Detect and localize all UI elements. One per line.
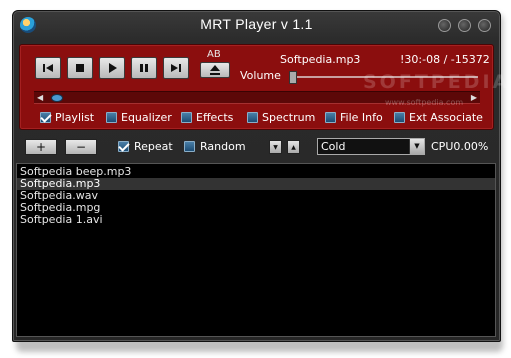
playlist-item[interactable]: Softpedia 1.avi — [17, 214, 495, 226]
equalizer-checkbox[interactable] — [106, 112, 117, 123]
player-window: MRT Player v 1.1 AB Softpedia.mp3 !30:-0… — [12, 10, 507, 342]
toggle-label: Ext Associate — [409, 111, 483, 124]
toggle-label: Spectrum — [262, 111, 316, 124]
toggle-effects[interactable]: Effects — [181, 111, 233, 124]
remove-file-button[interactable]: − — [65, 139, 97, 155]
preset-select[interactable]: Cold ▼ — [317, 138, 425, 155]
seek-thumb[interactable] — [51, 94, 63, 102]
repeat-option[interactable]: Repeat — [118, 140, 173, 153]
eject-button[interactable] — [200, 62, 230, 78]
minimize-button[interactable] — [438, 19, 451, 32]
playlist-list[interactable]: Softpedia beep.mp3 Softpedia.mp3 Softped… — [16, 163, 496, 337]
seek-left-arrow-icon[interactable]: ◀ — [37, 92, 43, 103]
toggle-label: Effects — [196, 111, 234, 124]
toggle-spectrum[interactable]: Spectrum — [247, 111, 315, 124]
watermark-url: www.softpedia.com — [385, 98, 464, 107]
toggle-ext-associate[interactable]: Ext Associate — [394, 111, 483, 124]
playlist-checkbox[interactable] — [40, 112, 51, 123]
pause-icon — [140, 64, 148, 72]
play-button[interactable] — [99, 57, 125, 79]
toggle-label: File Info — [340, 111, 383, 124]
ab-repeat-label[interactable]: AB — [207, 49, 221, 60]
watermark-logo: SOFTPEDIA — [363, 71, 511, 93]
skip-forward-icon — [171, 64, 181, 72]
preset-value: Cold — [321, 140, 346, 153]
move-up-button[interactable]: ▲ — [287, 140, 300, 154]
toggle-label: Equalizer — [121, 111, 172, 124]
close-button[interactable] — [478, 19, 491, 32]
repeat-checkbox[interactable] — [118, 141, 129, 152]
toggle-equalizer[interactable]: Equalizer — [106, 111, 172, 124]
title-bar[interactable]: MRT Player v 1.1 — [13, 11, 500, 39]
pause-button[interactable] — [131, 57, 157, 79]
time-display[interactable]: !30:-08 / -15372 — [400, 53, 490, 66]
maximize-button[interactable] — [458, 19, 471, 32]
random-checkbox[interactable] — [184, 141, 195, 152]
ext-associate-checkbox[interactable] — [394, 112, 405, 123]
random-option[interactable]: Random — [184, 140, 246, 153]
playlist-controls: + − Repeat Random ▼ ▲ Cold ▼ CPU0.00% — [19, 135, 492, 163]
volume-label: Volume — [240, 69, 281, 82]
eject-icon — [210, 65, 220, 75]
spectrum-checkbox[interactable] — [247, 112, 258, 123]
chevron-up-icon: ▲ — [291, 143, 296, 151]
chevron-down-icon: ▼ — [273, 143, 278, 151]
random-label: Random — [200, 140, 246, 153]
track-name: Softpedia.mp3 — [280, 53, 361, 66]
cpu-usage: CPU0.00% — [431, 140, 489, 153]
toggle-playlist[interactable]: Playlist — [40, 111, 94, 124]
next-button[interactable] — [163, 57, 189, 79]
file-info-checkbox[interactable] — [325, 112, 336, 123]
repeat-label: Repeat — [134, 140, 173, 153]
stop-button[interactable] — [67, 57, 93, 79]
volume-slider-thumb[interactable] — [289, 71, 297, 84]
play-icon — [109, 63, 117, 73]
effects-checkbox[interactable] — [181, 112, 192, 123]
dropdown-arrow-icon[interactable]: ▼ — [409, 139, 424, 154]
skip-back-icon — [43, 64, 53, 72]
move-down-button[interactable]: ▼ — [269, 140, 282, 154]
previous-button[interactable] — [35, 57, 61, 79]
stop-icon — [76, 64, 84, 72]
toggle-file-info[interactable]: File Info — [325, 111, 383, 124]
window-title: MRT Player v 1.1 — [200, 16, 313, 32]
seek-right-arrow-icon[interactable]: ▶ — [471, 92, 477, 103]
add-file-button[interactable]: + — [25, 139, 57, 155]
toggle-label: Playlist — [55, 111, 95, 124]
